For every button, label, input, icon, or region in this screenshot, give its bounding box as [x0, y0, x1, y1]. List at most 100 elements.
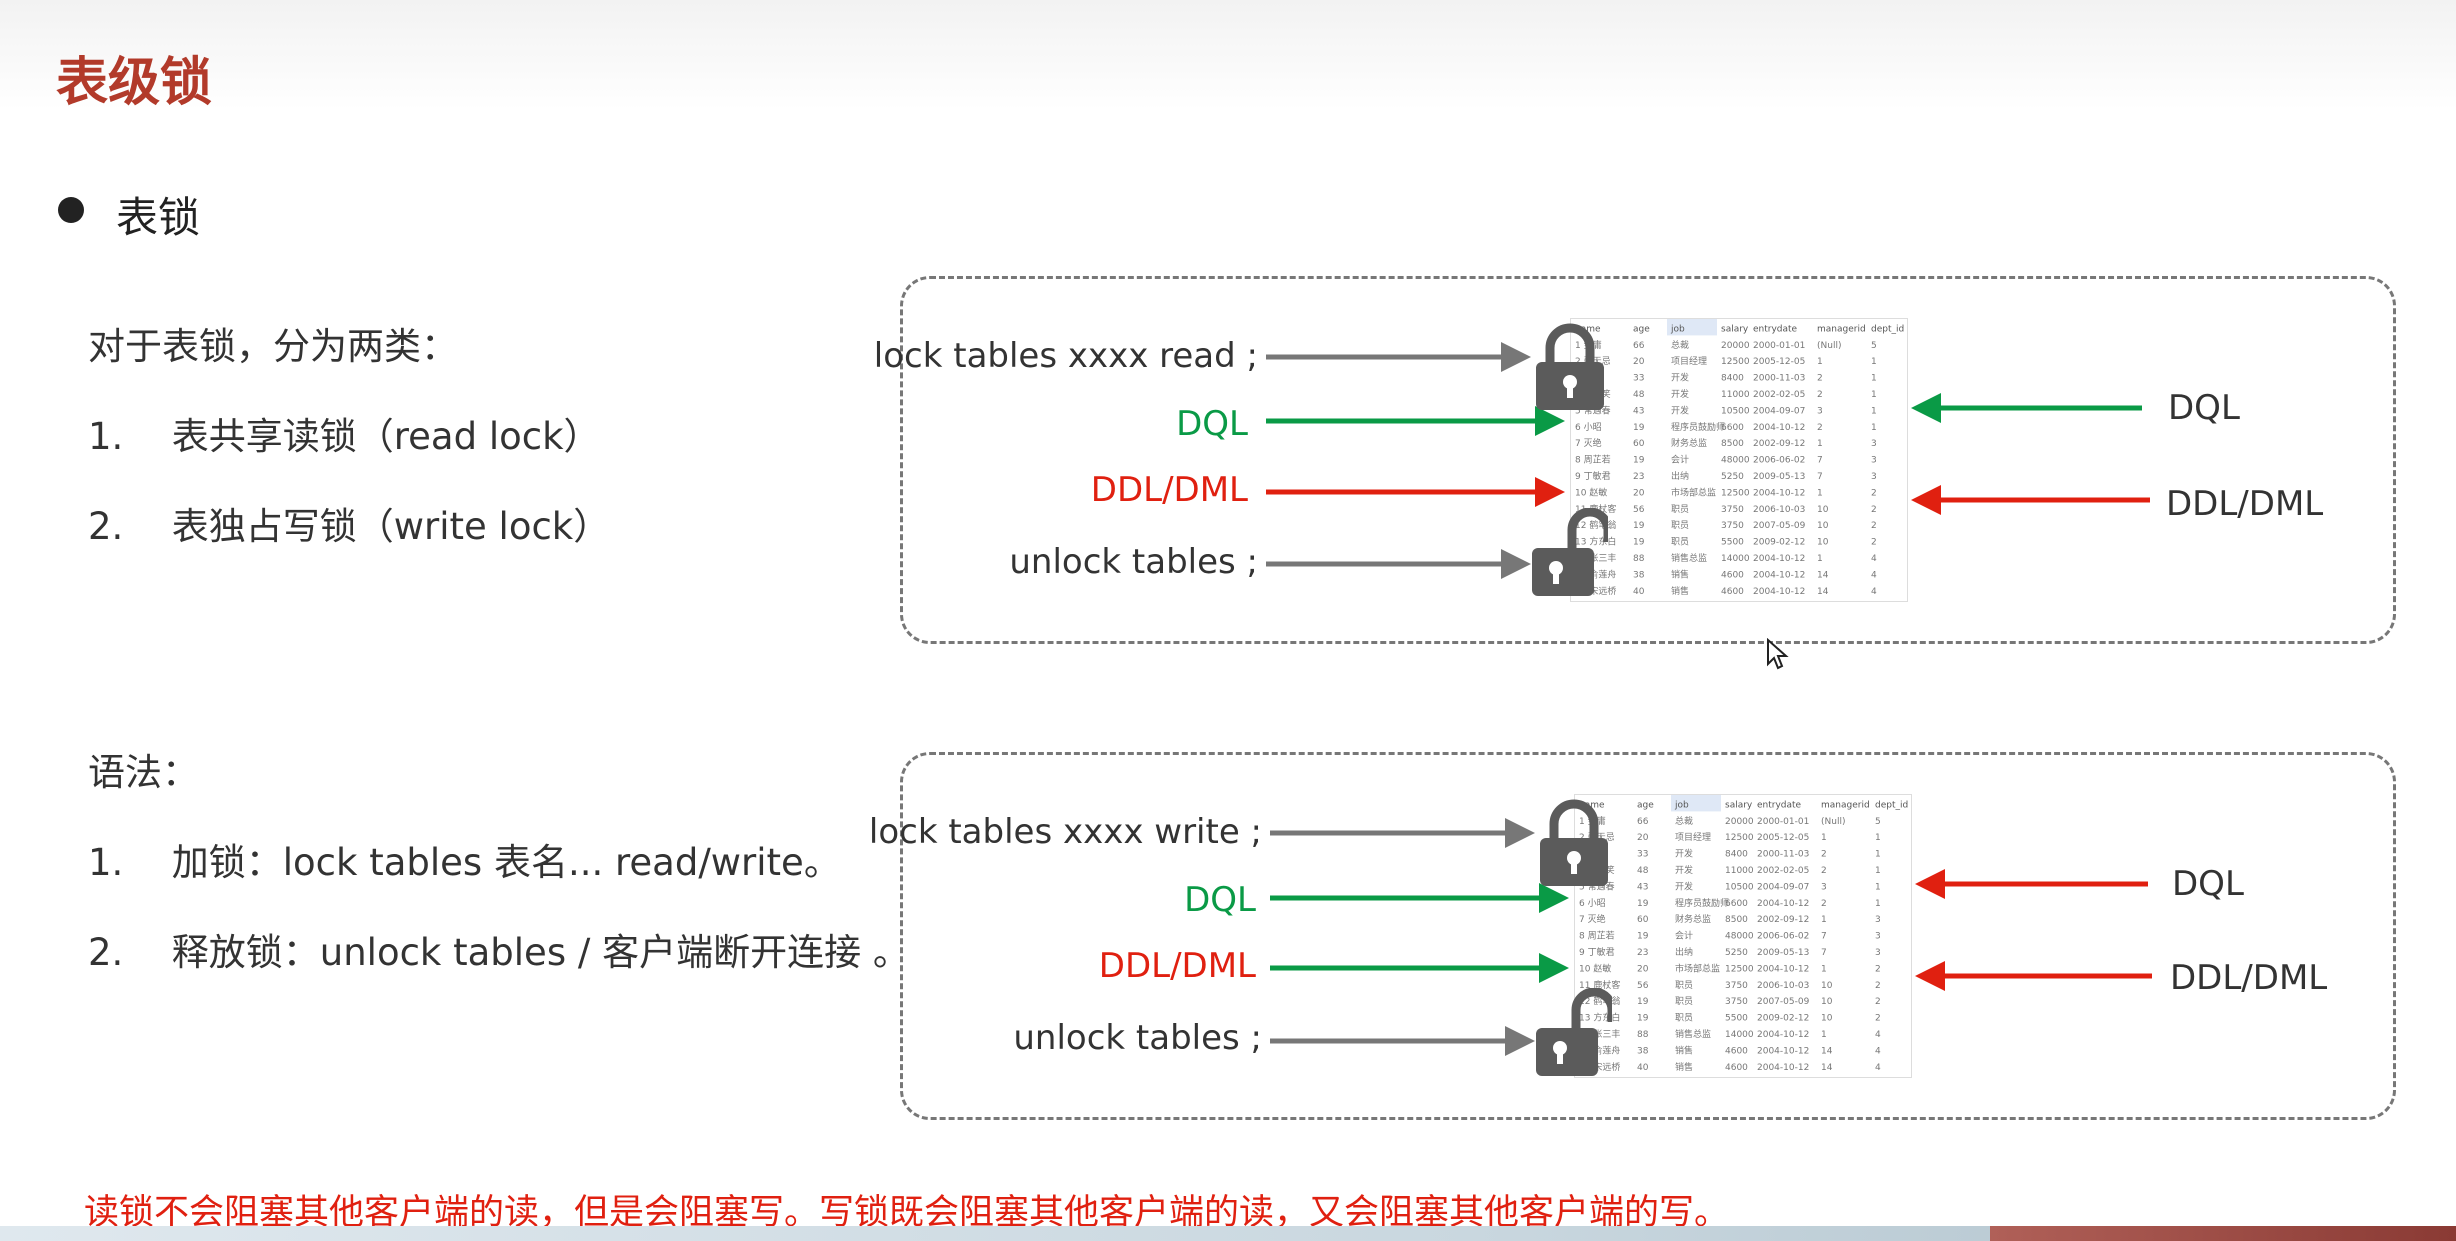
table-cell: 1 — [1817, 488, 1823, 498]
table-cell: 9 丁敏君 — [1579, 946, 1615, 958]
table-cell: 2006-06-02 — [1757, 932, 1809, 942]
table-cell: 2006-06-02 — [1753, 456, 1805, 466]
table-cell: 5250 — [1721, 472, 1744, 482]
table-cell: 14 — [1817, 587, 1829, 597]
table-cell: 10 — [1821, 1014, 1833, 1024]
table-cell: 7 灭绝 — [1579, 913, 1606, 925]
table-cell: 19 — [1633, 423, 1645, 433]
table-cell: 2004-10-12 — [1753, 587, 1805, 597]
table-cell: 2005-12-05 — [1753, 357, 1805, 367]
table-cell: 2 — [1817, 390, 1823, 400]
table-cell: 5500 — [1721, 538, 1744, 548]
table-cell: 开发 — [1675, 848, 1693, 860]
table-cell: 40 — [1633, 587, 1645, 597]
table-cell: 2004-10-12 — [1753, 570, 1805, 580]
table-cell: 销售总监 — [1671, 552, 1707, 564]
table-cell: 8500 — [1725, 915, 1748, 925]
table-cell: 8500 — [1721, 439, 1744, 449]
table-cell: 3750 — [1721, 505, 1744, 515]
table-cell: 3 — [1871, 472, 1877, 482]
table-cell: 6 小昭 — [1579, 898, 1606, 909]
table-cell: 33 — [1637, 850, 1648, 860]
table-cell: 19 — [1637, 997, 1649, 1007]
table-cell: 4 — [1875, 1046, 1881, 1056]
table-cell: 开发 — [1675, 864, 1693, 876]
table-cell: (Null) — [1817, 341, 1841, 351]
table-cell: 7 — [1817, 456, 1823, 466]
table-cell: 43 — [1637, 882, 1648, 892]
table-cell: 3750 — [1721, 521, 1744, 531]
table-cell: 项目经理 — [1671, 355, 1707, 367]
table-cell: 2 — [1875, 1014, 1881, 1024]
table-header-cell: salary — [1725, 800, 1753, 810]
table-cell: 1 — [1875, 850, 1881, 860]
table-cell: 5500 — [1725, 1014, 1748, 1024]
table-cell: 财务总监 — [1675, 913, 1711, 925]
table-cell: 出纳 — [1671, 470, 1689, 482]
table-cell: 2002-09-12 — [1757, 915, 1809, 925]
table-cell: 2002-02-05 — [1753, 390, 1805, 400]
table-cell: 市场部总监 — [1671, 486, 1716, 498]
table-cell: 19 — [1633, 521, 1645, 531]
write-emp-table-grid: name age job salary entrydate managerid dept_i… — [1579, 795, 1908, 1073]
table-cell: 2004-10-12 — [1757, 899, 1809, 909]
table-cell: 20000 — [1725, 817, 1754, 827]
table-cell: 66 — [1637, 817, 1649, 827]
read-emp-table-grid: name age job salary entrydate managerid dept_i… — [1575, 319, 1904, 597]
table-cell: 2004-10-12 — [1757, 1030, 1809, 1040]
table-cell: 1 — [1821, 1030, 1827, 1040]
table-cell: 60 — [1637, 915, 1649, 925]
lock-open-icon — [1532, 508, 1608, 596]
table-cell: 1 — [1817, 439, 1823, 449]
table-cell: 职员 — [1671, 537, 1689, 548]
table-cell: 10 — [1821, 997, 1833, 1007]
lock-open-icon — [1536, 988, 1612, 1076]
table-cell: 1 — [1821, 833, 1827, 843]
table-cell: 销售 — [1671, 568, 1689, 580]
table-cell: 7 灭绝 — [1575, 437, 1602, 449]
table-cell: 会计 — [1671, 454, 1689, 466]
table-cell: 市场部总监 — [1675, 962, 1720, 974]
table-header-cell: dept_id — [1871, 324, 1904, 334]
table-cell: 3 — [1871, 439, 1877, 449]
table-cell: 4600 — [1721, 587, 1744, 597]
table-cell: 2 — [1875, 964, 1881, 974]
table-cell: 程序员鼓励师 — [1675, 897, 1729, 909]
table-cell: 1 — [1821, 915, 1827, 925]
table-cell: 4 — [1875, 1030, 1881, 1040]
table-cell: 12500 — [1721, 357, 1750, 367]
table-cell: 60 — [1633, 439, 1645, 449]
table-cell: 10500 — [1721, 406, 1750, 416]
table-cell: 10 赵敏 — [1575, 486, 1607, 498]
table-cell: 10 — [1821, 981, 1833, 991]
table-cell: 开发 — [1675, 880, 1693, 892]
table-cell: 3 — [1821, 882, 1827, 892]
write-emp-table: name age job salary entrydate managerid dept_i… — [1574, 794, 1912, 1078]
table-header-cell: managerid — [1817, 324, 1866, 334]
table-cell: 5250 — [1725, 948, 1748, 958]
table-cell: 88 — [1637, 1030, 1649, 1040]
table-cell: 出纳 — [1675, 946, 1693, 958]
table-cell: 1 — [1871, 423, 1877, 433]
table-cell: 4 — [1871, 554, 1877, 564]
table-cell: 2 — [1871, 521, 1877, 531]
table-cell: 2004-10-12 — [1757, 1063, 1809, 1073]
table-cell: 财务总监 — [1671, 437, 1707, 449]
table-cell: 总裁 — [1671, 339, 1689, 351]
table-cell: 会计 — [1675, 930, 1693, 942]
write-arrows — [1270, 818, 2152, 1056]
table-cell: 1 — [1871, 357, 1877, 367]
table-cell: 4600 — [1725, 1046, 1748, 1056]
table-cell: 1 — [1875, 882, 1881, 892]
table-cell: 2004-10-12 — [1757, 1046, 1809, 1056]
table-cell: 8 周芷若 — [1579, 930, 1615, 942]
table-cell: 2007-05-09 — [1753, 521, 1806, 531]
table-cell: 2 — [1875, 981, 1881, 991]
table-cell: 19 — [1633, 538, 1645, 548]
table-cell: 11000 — [1721, 390, 1750, 400]
table-cell: 程序员鼓励师 — [1671, 421, 1725, 433]
table-cell: 2004-09-07 — [1753, 406, 1805, 416]
table-cell: 2 — [1821, 850, 1827, 860]
table-cell: 10500 — [1725, 882, 1754, 892]
table-cell: 14 — [1817, 570, 1829, 580]
